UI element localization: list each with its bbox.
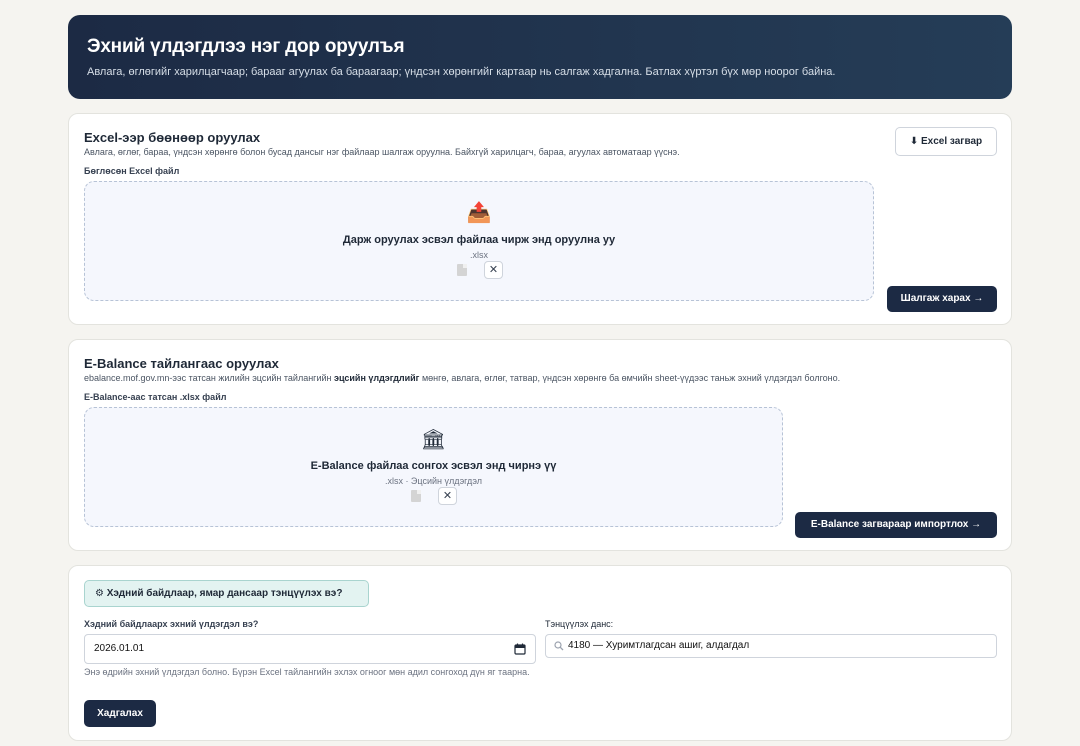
excel-card-description: Авлага, өглөг, бараа, үндсэн хөрөнгө бол… — [84, 147, 680, 157]
excel-clear-file-button[interactable]: ✕ — [484, 261, 503, 279]
page-subtitle: Авлага, өглөгийг харилцагчаар; барааг аг… — [87, 66, 836, 78]
ebalance-card-title: E-Balance тайлангаас оруулах — [84, 356, 279, 371]
ebalance-dropzone[interactable]: 🏛 E-Balance файлаа сонгох эсвэл энд чирн… — [84, 407, 783, 527]
file-icon — [457, 264, 467, 276]
ebalance-clear-file-button[interactable]: ✕ — [438, 487, 457, 505]
opening-date-value: 2026.01.01 — [94, 643, 145, 654]
excel-template-button[interactable]: ⬇ Excel загвар — [895, 127, 997, 156]
excel-file-label: Бөглөсөн Excel файл — [84, 166, 180, 176]
save-button[interactable]: Хадгалах — [84, 700, 156, 727]
excel-drop-hint: .xlsx — [470, 250, 488, 260]
excel-card-title: Excel-ээр бөөнөөр оруулах — [84, 130, 261, 145]
date-field-label: Хэдний байдлаарх эхний үлдэгдэл вэ? — [84, 619, 259, 629]
excel-drop-title: Дарж оруулах эсвэл файлаа чирж энд оруул… — [342, 234, 616, 246]
account-field-label: Тэнцүүлэх данс: — [545, 619, 614, 629]
ebalance-card-description: ebalance.mof.gov.mn-ээс татсан жилийн эц… — [84, 373, 841, 383]
ebalance-import-card: E-Balance тайлангаас оруулах ebalance.mo… — [68, 339, 1012, 551]
excel-import-card: Excel-ээр бөөнөөр оруулах Авлага, өглөг,… — [68, 113, 1012, 325]
opening-balance-settings-card: ⚙ Хэдний байдлаар, ямар дансаар тэнцүүлэ… — [68, 565, 1012, 741]
ebalance-drop-title: E-Balance файлаа сонгох эсвэл энд чирнэ … — [310, 460, 557, 472]
upload-tray-icon: 📤 — [466, 202, 492, 224]
excel-check-button[interactable]: Шалгаж харах → — [887, 286, 997, 312]
excel-dropzone[interactable]: 📤 Дарж оруулах эсвэл файлаа чирж энд ору… — [84, 181, 874, 301]
balancing-account-value: 4180 — Хуримтлагдсан ашиг, алдагдал — [568, 640, 750, 651]
ebalance-import-button[interactable]: E-Balance загвараар импортлох → — [795, 512, 997, 538]
calendar-icon[interactable] — [514, 643, 526, 655]
ebalance-drop-hint: .xlsx · Эцсийн үлдэгдэл — [384, 476, 483, 486]
file-icon — [411, 490, 421, 502]
page-header: Эхний үлдэгдлээ нэг дор оруулъя Авлага, … — [68, 15, 1012, 99]
page-title: Эхний үлдэгдлээ нэг дор оруулъя — [87, 36, 405, 57]
date-helper-text: Энэ өдрийн эхний үлдэгдэл болно. Бүрэн E… — [84, 667, 530, 677]
ebalance-file-label: E-Balance-аас татсан .xlsx файл — [84, 392, 227, 402]
settings-heading-badge: ⚙ Хэдний байдлаар, ямар дансаар тэнцүүлэ… — [84, 580, 369, 607]
bank-icon: 🏛 — [420, 429, 447, 451]
opening-date-input[interactable]: 2026.01.01 — [84, 634, 536, 664]
balancing-account-select[interactable]: 4180 — Хуримтлагдсан ашиг, алдагдал — [545, 634, 997, 658]
search-icon — [554, 641, 564, 651]
